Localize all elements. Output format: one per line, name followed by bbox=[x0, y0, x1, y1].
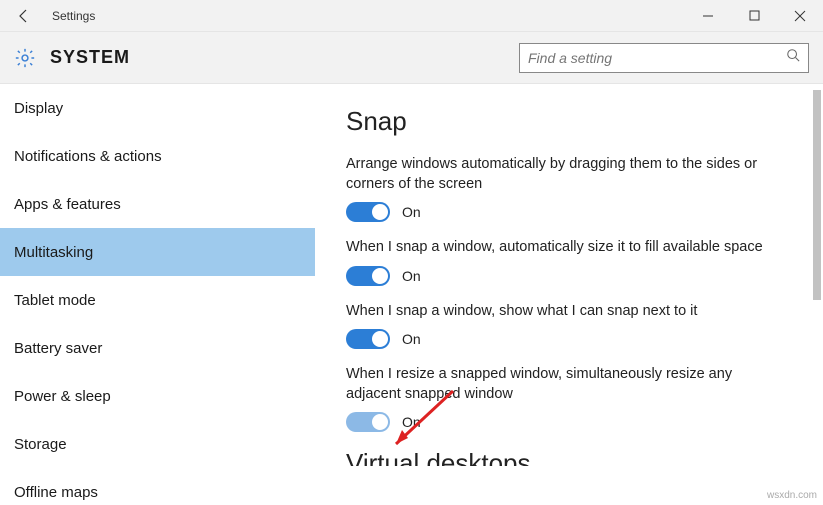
setting-arrange-windows: Arrange windows automatically by draggin… bbox=[346, 155, 793, 222]
setting-auto-size: When I snap a window, automatically size… bbox=[346, 238, 793, 286]
toggle-state: On bbox=[402, 414, 421, 430]
sidebar-item-label: Notifications & actions bbox=[14, 148, 162, 165]
watermark: wsxdn.com bbox=[767, 490, 817, 501]
setting-resize-adjacent: When I resize a snapped window, simultan… bbox=[346, 365, 793, 432]
setting-label: When I resize a snapped window, simultan… bbox=[346, 365, 786, 404]
content-pane: Snap Arrange windows automatically by dr… bbox=[316, 84, 823, 505]
page-title: SYSTEM bbox=[50, 47, 130, 68]
gear-icon bbox=[14, 47, 36, 69]
sidebar-item-label: Apps & features bbox=[14, 196, 121, 213]
toggle-auto-size[interactable] bbox=[346, 266, 390, 286]
toggle-state: On bbox=[402, 331, 421, 347]
maximize-button[interactable] bbox=[731, 0, 777, 32]
sidebar-item-label: Storage bbox=[14, 436, 67, 453]
section-heading-virtual-desktops: Virtual desktops bbox=[346, 448, 793, 466]
sidebar-item-notifications[interactable]: Notifications & actions bbox=[0, 132, 315, 180]
close-button[interactable] bbox=[777, 0, 823, 32]
toggle-snap-assist[interactable] bbox=[346, 329, 390, 349]
sidebar-item-label: Battery saver bbox=[14, 340, 102, 357]
search-icon bbox=[786, 48, 800, 67]
sidebar-item-display[interactable]: Display bbox=[0, 84, 315, 132]
scrollbar[interactable] bbox=[813, 90, 821, 300]
sidebar-item-battery[interactable]: Battery saver bbox=[0, 324, 315, 372]
minimize-button[interactable] bbox=[685, 0, 731, 32]
toggle-resize-adjacent[interactable] bbox=[346, 412, 390, 432]
search-box[interactable] bbox=[519, 43, 809, 73]
titlebar: Settings bbox=[0, 0, 823, 32]
setting-label: When I snap a window, show what I can sn… bbox=[346, 302, 786, 322]
sidebar: Display Notifications & actions Apps & f… bbox=[0, 84, 316, 505]
sidebar-item-power[interactable]: Power & sleep bbox=[0, 372, 315, 420]
sidebar-item-label: Offline maps bbox=[14, 484, 98, 501]
sidebar-item-offline-maps[interactable]: Offline maps bbox=[0, 468, 315, 505]
section-heading-snap: Snap bbox=[346, 106, 793, 137]
toggle-arrange-windows[interactable] bbox=[346, 202, 390, 222]
sidebar-item-label: Tablet mode bbox=[14, 292, 96, 309]
setting-label: Arrange windows automatically by draggin… bbox=[346, 155, 786, 194]
toggle-state: On bbox=[402, 268, 421, 284]
back-button[interactable] bbox=[0, 0, 48, 32]
sidebar-item-label: Multitasking bbox=[14, 244, 93, 261]
sidebar-item-label: Display bbox=[14, 100, 63, 117]
sidebar-item-label: Power & sleep bbox=[14, 388, 111, 405]
sidebar-item-apps[interactable]: Apps & features bbox=[0, 180, 315, 228]
window-title: Settings bbox=[48, 9, 95, 23]
header: SYSTEM bbox=[0, 32, 823, 84]
sidebar-item-tablet[interactable]: Tablet mode bbox=[0, 276, 315, 324]
toggle-state: On bbox=[402, 204, 421, 220]
search-input[interactable] bbox=[528, 50, 786, 66]
sidebar-item-storage[interactable]: Storage bbox=[0, 420, 315, 468]
sidebar-item-multitasking[interactable]: Multitasking bbox=[0, 228, 315, 276]
setting-snap-assist: When I snap a window, show what I can sn… bbox=[346, 302, 793, 350]
setting-label: When I snap a window, automatically size… bbox=[346, 238, 786, 258]
